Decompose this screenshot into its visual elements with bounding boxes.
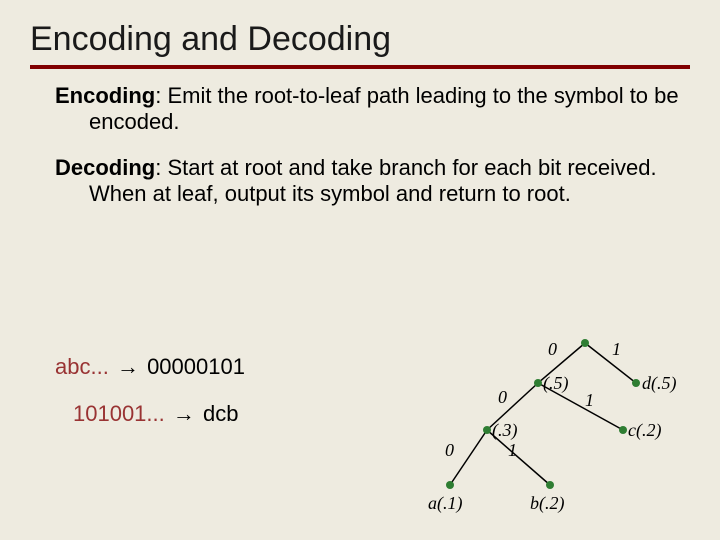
edge-root-right: 1 bbox=[612, 339, 621, 360]
example2-dst: dcb bbox=[203, 401, 238, 426]
examples-block: abc... → 00000101 101001... → dcb bbox=[55, 350, 245, 430]
edge-p5-right: 1 bbox=[585, 390, 594, 411]
leaf-a: a(.1) bbox=[428, 493, 463, 514]
example-decode: 101001... → dcb bbox=[55, 397, 245, 430]
example1-dst: 00000101 bbox=[147, 354, 245, 379]
encoding-term: Encoding bbox=[55, 83, 155, 108]
huffman-tree: 0 1 (.5) d(.5) 0 1 (.3) c(.2) 0 1 a(.1) … bbox=[390, 335, 700, 535]
leaf-c: c(.2) bbox=[628, 420, 661, 441]
body-text: Encoding: Emit the root-to-leaf path lea… bbox=[0, 69, 720, 207]
leaf-b: b(.2) bbox=[530, 493, 565, 514]
encoding-text: : Emit the root-to-leaf path leading to … bbox=[89, 83, 679, 134]
edge-root-left: 0 bbox=[548, 339, 557, 360]
edge-p5-left: 0 bbox=[498, 387, 507, 408]
arrow-icon: → bbox=[115, 354, 141, 379]
example1-src: abc... bbox=[55, 354, 109, 379]
example2-src: 101001... bbox=[73, 401, 165, 426]
edge-p3-left: 0 bbox=[445, 440, 454, 461]
node-p5: (.5) bbox=[543, 373, 569, 394]
edge-p3-right: 1 bbox=[508, 440, 517, 461]
encoding-paragraph: Encoding: Emit the root-to-leaf path lea… bbox=[55, 83, 680, 135]
node-p3: (.3) bbox=[492, 420, 518, 441]
decoding-paragraph: Decoding: Start at root and take branch … bbox=[55, 155, 680, 207]
slide: Encoding and Decoding Encoding: Emit the… bbox=[0, 0, 720, 540]
decoding-term: Decoding bbox=[55, 155, 155, 180]
leaf-d: d(.5) bbox=[642, 373, 677, 394]
decoding-text: : Start at root and take branch for each… bbox=[89, 155, 657, 206]
example-encode: abc... → 00000101 bbox=[55, 350, 245, 383]
slide-title: Encoding and Decoding bbox=[0, 0, 720, 59]
arrow-icon: → bbox=[171, 401, 197, 426]
